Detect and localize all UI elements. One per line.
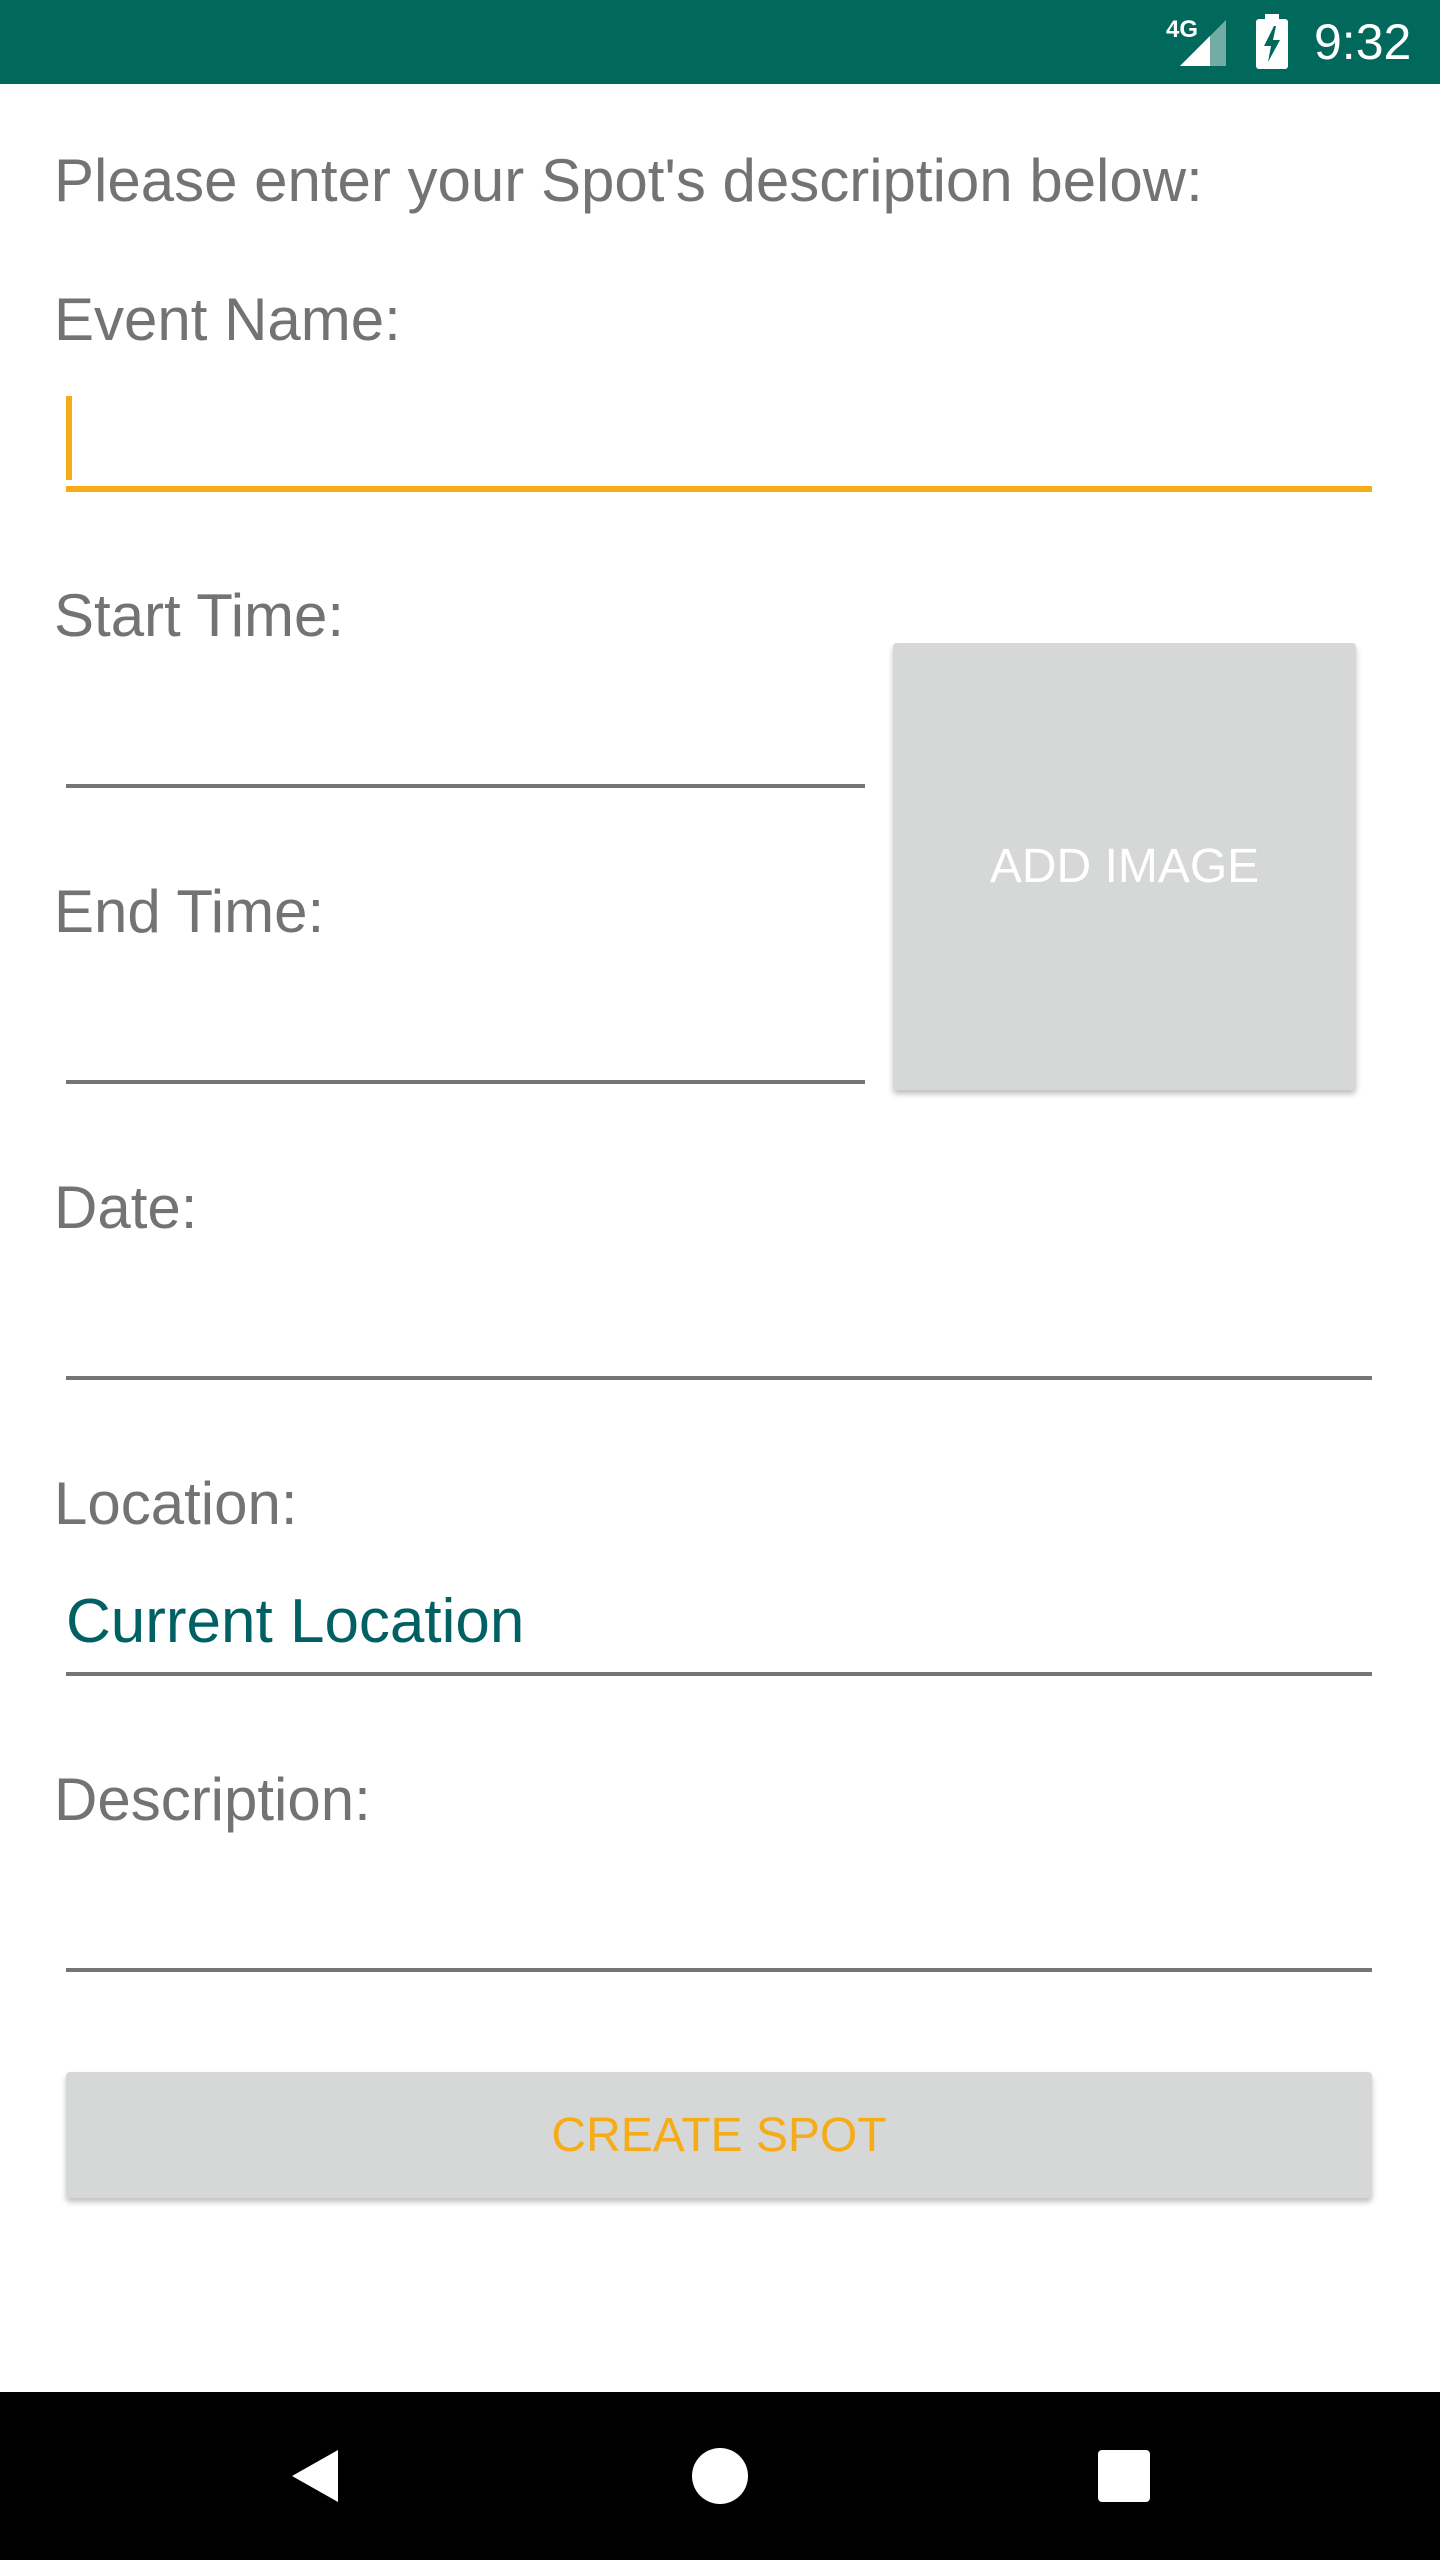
text-caret bbox=[66, 396, 72, 480]
status-time: 9:32 bbox=[1314, 14, 1412, 70]
recents-icon bbox=[1098, 2450, 1150, 2502]
signal-icon bbox=[1180, 20, 1226, 66]
recents-button[interactable] bbox=[1076, 2428, 1172, 2524]
status-bar: 4G 9:32 bbox=[0, 0, 1440, 84]
create-spot-button[interactable]: CREATE SPOT bbox=[66, 2072, 1372, 2198]
form-intro-text: Please enter your Spot's description bel… bbox=[54, 147, 1203, 214]
description-input[interactable] bbox=[66, 1872, 1372, 1972]
description-label: Description: bbox=[54, 1766, 371, 1833]
event-name-input[interactable] bbox=[66, 392, 1372, 492]
end-time-input[interactable] bbox=[66, 984, 865, 1084]
add-image-button[interactable]: ADD IMAGE bbox=[893, 643, 1356, 1090]
back-button[interactable] bbox=[268, 2428, 364, 2524]
date-label: Date: bbox=[54, 1174, 198, 1241]
back-icon bbox=[292, 2450, 338, 2502]
end-time-label: End Time: bbox=[54, 878, 325, 945]
battery-charging-icon bbox=[1256, 14, 1288, 69]
home-button[interactable] bbox=[672, 2428, 768, 2524]
location-value: Current Location bbox=[66, 1587, 525, 1656]
start-time-input[interactable] bbox=[66, 688, 865, 788]
home-icon bbox=[692, 2448, 748, 2504]
location-label: Location: bbox=[54, 1470, 298, 1537]
date-input[interactable] bbox=[66, 1280, 1372, 1380]
start-time-label: Start Time: bbox=[54, 582, 345, 649]
navigation-bar bbox=[0, 2392, 1440, 2560]
event-name-label: Event Name: bbox=[54, 286, 401, 353]
